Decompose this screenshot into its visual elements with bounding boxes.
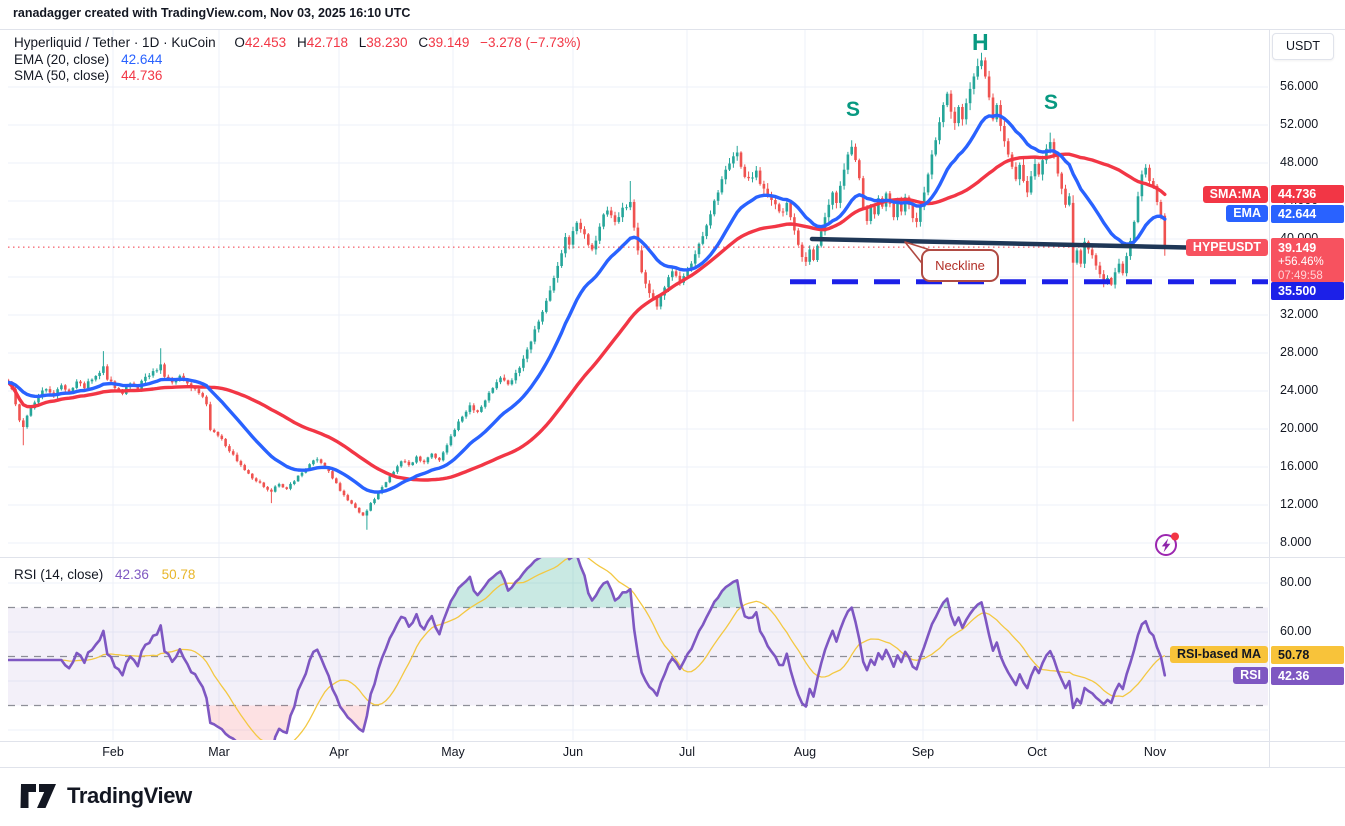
open-value: 42.453	[244, 35, 287, 50]
month-label[interactable]: Jul	[679, 745, 695, 759]
notification-dot	[1171, 532, 1179, 541]
sma-axis-value: 44.736	[1271, 185, 1344, 203]
month-label[interactable]: Aug	[794, 745, 816, 759]
ema-legend[interactable]: EMA (20, close) 42.644	[14, 52, 162, 67]
close-label: C	[418, 35, 429, 50]
ema-label: EMA (20, close)	[14, 52, 110, 67]
month-label[interactable]: Apr	[329, 745, 348, 759]
symbol-title: Hyperliquid / Tether · 1D · KuCoin	[14, 35, 216, 50]
price-tick-label: 16.000	[1280, 459, 1319, 473]
month-label[interactable]: Nov	[1144, 745, 1166, 759]
price-tick-label: 48.000	[1280, 155, 1319, 169]
currency-unit-button[interactable]: USDT	[1272, 33, 1334, 60]
rsi-tick-label: 80.00	[1280, 575, 1312, 589]
month-label[interactable]: Feb	[102, 745, 124, 759]
price-tick-label: 56.000	[1280, 79, 1319, 93]
neckline-callout[interactable]: Neckline	[921, 249, 999, 282]
close-value: 39.149	[428, 35, 470, 50]
ema-axis-label: EMA	[1226, 205, 1268, 223]
rsi-axis-label: RSI	[1233, 666, 1268, 684]
rsi-value: 42.36	[115, 567, 149, 582]
high-label: H	[296, 35, 307, 50]
tradingview-logo: TradingView	[20, 783, 192, 809]
price-tick-label: 8.000	[1280, 535, 1312, 549]
rsi-ma-axis-value: 50.78	[1271, 646, 1344, 665]
chart-canvas[interactable]	[0, 0, 1345, 826]
tradingview-logo-text: TradingView	[67, 783, 192, 808]
change-value: −3.278 (−7.73%)	[480, 35, 581, 50]
symbol-axis-label: HYPEUSDT	[1185, 238, 1268, 256]
price-tick-label: 24.000	[1280, 383, 1319, 397]
sma-label: SMA (50, close)	[14, 68, 110, 83]
month-label[interactable]: Sep	[912, 745, 934, 759]
price-tick-label: 32.000	[1280, 307, 1319, 321]
sma-legend[interactable]: SMA (50, close) 44.736	[14, 68, 162, 83]
symbol-legend[interactable]: Hyperliquid / Tether · 1D · KuCoin O42.4…	[14, 35, 581, 50]
ema-axis-value: 42.644	[1271, 204, 1344, 223]
rsi-ma-value: 50.78	[161, 567, 196, 582]
month-label[interactable]: Mar	[208, 745, 230, 759]
sma-value: 44.736	[121, 68, 163, 83]
month-label[interactable]: Oct	[1027, 745, 1046, 759]
ema-value: 42.644	[121, 52, 163, 67]
rsi-label: RSI (14, close)	[14, 567, 104, 582]
lightning-bolt-icon	[1161, 538, 1171, 553]
right-shoulder-label[interactable]: S	[1044, 91, 1058, 115]
last-change-pct: +56.46%	[1278, 256, 1324, 269]
last-price: 39.149	[1278, 241, 1317, 256]
price-tick-label: 20.000	[1280, 421, 1319, 435]
flash-events-icon[interactable]	[1152, 529, 1182, 559]
open-label: O	[234, 35, 245, 50]
last-price-badge: 39.149 +56.46% 07:49:58	[1271, 238, 1344, 283]
left-shoulder-label[interactable]: S	[846, 98, 860, 122]
rsi-legend[interactable]: RSI (14, close) 42.36 50.78	[14, 567, 195, 582]
price-tick-label: 12.000	[1280, 497, 1319, 511]
rsi-axis-value: 42.36	[1271, 666, 1344, 685]
sma-axis-label: SMA:MA	[1202, 185, 1268, 203]
tradingview-logo-icon	[20, 784, 56, 808]
head-label[interactable]: H	[972, 29, 989, 56]
bar-countdown: 07:49:58	[1278, 270, 1323, 283]
support-level-badge: 35.500	[1271, 281, 1344, 300]
price-tick-label: 28.000	[1280, 345, 1319, 359]
low-value: 38.230	[366, 35, 408, 50]
rsi-ma-axis-label: RSI-based MA	[1169, 646, 1268, 664]
high-value: 42.718	[306, 35, 348, 50]
month-label[interactable]: May	[441, 745, 465, 759]
price-tick-label: 52.000	[1280, 117, 1319, 131]
month-label[interactable]: Jun	[563, 745, 583, 759]
rsi-tick-label: 60.00	[1280, 624, 1312, 638]
